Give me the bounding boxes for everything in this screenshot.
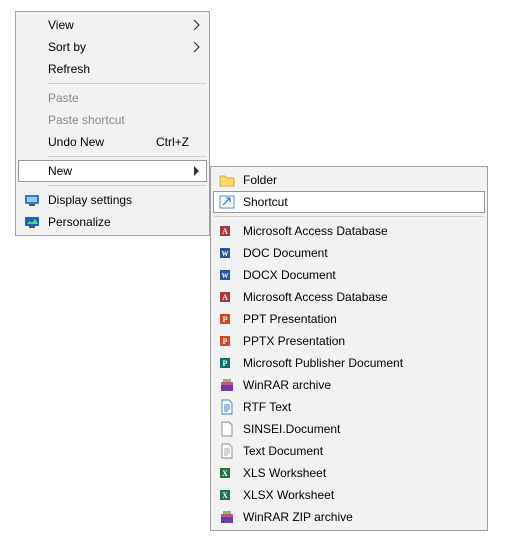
submenu-item-ppt-presentation[interactable]: PPT Presentation <box>213 308 485 330</box>
excel-icon <box>219 465 235 481</box>
menu-item-label: Paste shortcut <box>48 113 189 127</box>
menu-item-new[interactable]: New <box>18 160 207 182</box>
text-document-icon <box>219 443 235 459</box>
menu-item-label: RTF Text <box>243 400 467 414</box>
winrar-icon <box>219 377 235 393</box>
submenu-item-access-database[interactable]: Microsoft Access Database <box>213 220 485 242</box>
menu-item-label: WinRAR archive <box>243 378 467 392</box>
menu-item-label: View <box>48 18 189 32</box>
folder-icon <box>219 172 235 188</box>
menu-item-label: Paste <box>48 91 189 105</box>
access-icon <box>219 223 235 239</box>
submenu-item-shortcut[interactable]: Shortcut <box>213 191 485 213</box>
rtf-icon <box>219 399 235 415</box>
chevron-right-icon <box>193 41 201 53</box>
triangle-right-icon <box>193 165 201 177</box>
menu-item-label: Refresh <box>48 62 189 76</box>
menu-item-refresh[interactable]: Refresh <box>18 58 207 80</box>
submenu-item-docx-document[interactable]: DOCX Document <box>213 264 485 286</box>
menu-item-accelerator: Ctrl+Z <box>156 135 189 149</box>
menu-item-label: Display settings <box>48 193 189 207</box>
menu-item-label: Personalize <box>48 215 189 229</box>
submenu-item-xls-worksheet[interactable]: XLS Worksheet <box>213 462 485 484</box>
menu-item-undo-new[interactable]: Undo New Ctrl+Z <box>18 131 207 153</box>
excel-icon <box>219 487 235 503</box>
menu-item-personalize[interactable]: Personalize <box>18 211 207 233</box>
menu-item-label: Undo New <box>48 135 156 149</box>
powerpoint-icon <box>219 333 235 349</box>
menu-separator <box>48 83 206 84</box>
submenu-item-publisher-document[interactable]: Microsoft Publisher Document <box>213 352 485 374</box>
menu-item-label: Shortcut <box>243 195 467 209</box>
menu-item-label: Sort by <box>48 40 189 54</box>
display-settings-icon <box>24 192 40 208</box>
menu-item-label: DOCX Document <box>243 268 467 282</box>
menu-item-label: Microsoft Access Database <box>243 290 467 304</box>
menu-item-label: Microsoft Access Database <box>243 224 467 238</box>
word-icon <box>219 245 235 261</box>
word-icon <box>219 267 235 283</box>
menu-item-label: WinRAR ZIP archive <box>243 510 467 524</box>
menu-separator <box>48 185 206 186</box>
submenu-item-doc-document[interactable]: DOC Document <box>213 242 485 264</box>
winrar-icon <box>219 509 235 525</box>
powerpoint-icon <box>219 311 235 327</box>
menu-item-label: Microsoft Publisher Document <box>243 356 467 370</box>
submenu-item-folder[interactable]: Folder <box>213 169 485 191</box>
submenu-item-winrar-archive[interactable]: WinRAR archive <box>213 374 485 396</box>
chevron-right-icon <box>193 19 201 31</box>
shortcut-icon <box>219 194 235 210</box>
personalize-icon <box>24 214 40 230</box>
submenu-item-rtf-text[interactable]: RTF Text <box>213 396 485 418</box>
menu-separator <box>214 216 484 217</box>
menu-item-label: XLSX Worksheet <box>243 488 467 502</box>
submenu-item-access-database-2[interactable]: Microsoft Access Database <box>213 286 485 308</box>
menu-separator <box>48 156 206 157</box>
publisher-icon <box>219 355 235 371</box>
submenu-item-text-document[interactable]: Text Document <box>213 440 485 462</box>
access-icon <box>219 289 235 305</box>
menu-item-view[interactable]: View <box>18 14 207 36</box>
menu-item-label: SINSEI.Document <box>243 422 467 436</box>
menu-item-label: XLS Worksheet <box>243 466 467 480</box>
menu-item-label: PPT Presentation <box>243 312 467 326</box>
menu-item-display-settings[interactable]: Display settings <box>18 189 207 211</box>
menu-item-label: PPTX Presentation <box>243 334 467 348</box>
submenu-item-winrar-zip-archive[interactable]: WinRAR ZIP archive <box>213 506 485 528</box>
desktop-context-menu: View Sort by Refresh Paste Paste shortcu… <box>15 11 210 236</box>
document-icon <box>219 421 235 437</box>
menu-item-sort-by[interactable]: Sort by <box>18 36 207 58</box>
menu-item-label: DOC Document <box>243 246 467 260</box>
submenu-item-pptx-presentation[interactable]: PPTX Presentation <box>213 330 485 352</box>
menu-item-paste: Paste <box>18 87 207 109</box>
menu-item-label: Text Document <box>243 444 467 458</box>
new-submenu: Folder Shortcut Microsoft Access Databas… <box>210 166 488 531</box>
submenu-item-xlsx-worksheet[interactable]: XLSX Worksheet <box>213 484 485 506</box>
menu-item-label: New <box>48 164 189 178</box>
menu-item-label: Folder <box>243 173 467 187</box>
menu-item-paste-shortcut: Paste shortcut <box>18 109 207 131</box>
submenu-item-sinsei-document[interactable]: SINSEI.Document <box>213 418 485 440</box>
